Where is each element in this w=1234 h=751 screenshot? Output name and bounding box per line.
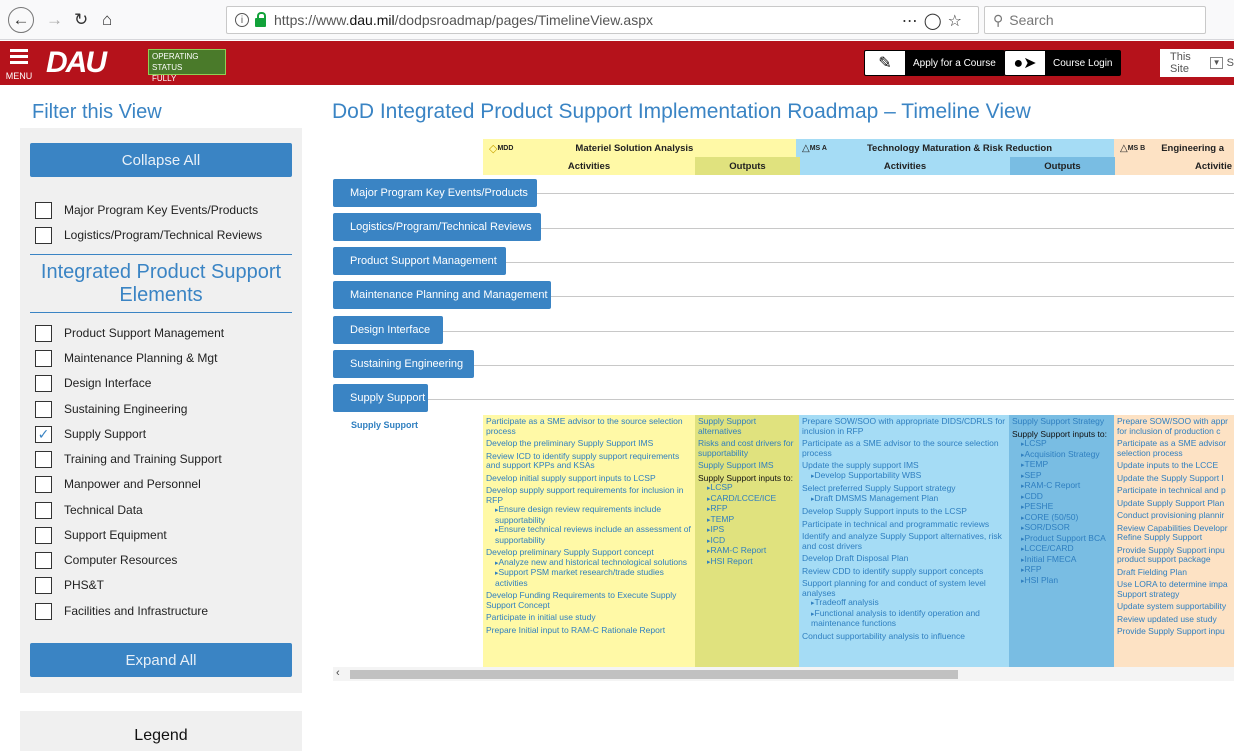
search-icon: ⚲ [993, 11, 1004, 28]
filter-checkbox[interactable]: Logistics/Program/Technical Reviews [35, 225, 275, 245]
pocket-icon[interactable]: ◯ [924, 13, 948, 30]
row-sustaining-engineering[interactable]: Sustaining Engineering [333, 350, 474, 378]
milestone-triangle-icon: △ MS B [1120, 142, 1146, 154]
tmrr-outputs-cell: Supply Support Strategy Supply Support i… [1009, 415, 1114, 670]
browser-toolbar: ← → ↻ ⌂ i https://www.dau.mil/dodpsroadm… [0, 0, 1234, 40]
checkbox-icon[interactable] [35, 400, 52, 418]
emd-activities-cell: Prepare SOW/SOO with appr for inclusion … [1114, 415, 1234, 670]
collapse-all-button[interactable]: Collapse All [30, 143, 292, 177]
url-text: https://www.dau.mil/dodpsroadmap/pages/T… [274, 12, 653, 28]
legend-panel[interactable]: Legend [20, 711, 302, 751]
filter-checkbox[interactable]: Maintenance Planning & Mgt [35, 348, 275, 368]
filter-title: Filter this View [32, 101, 162, 123]
checkbox-icon[interactable] [35, 602, 52, 620]
checkmark-icon[interactable]: ✓ [35, 425, 52, 443]
row-maintenance-planning[interactable]: Maintenance Planning and Management [333, 281, 551, 309]
phase-emd: △ MS B Engineering a [1114, 139, 1234, 157]
divider [30, 312, 292, 313]
filter-checkbox[interactable]: Product Support Management [35, 323, 275, 343]
filter-checkbox[interactable]: Manpower and Personnel [35, 474, 275, 494]
msa-outputs-cell: Supply Support alternatives Risks and co… [695, 415, 799, 670]
course-login-button[interactable]: ●➤ Course Login [1004, 50, 1122, 76]
checkbox-icon[interactable] [35, 475, 52, 493]
filter-panel: Collapse All Major Program Key Events/Pr… [20, 128, 302, 693]
info-icon[interactable]: i [235, 13, 249, 27]
filter-sidebar: Filter this View Collapse All Major Prog… [20, 85, 310, 751]
row-supply-support[interactable]: Supply Support [333, 384, 428, 412]
filter-checkbox[interactable]: Facilities and Infrastructure [35, 601, 275, 621]
checkbox-icon[interactable] [35, 201, 52, 219]
chevron-down-icon[interactable]: ▼ [1210, 57, 1223, 69]
outputs-header: Outputs [695, 157, 800, 175]
checkbox-icon[interactable] [35, 450, 52, 468]
row-divider [333, 331, 1234, 332]
filter-checkbox[interactable]: Training and Training Support [35, 449, 275, 469]
hamburger-icon [10, 49, 28, 52]
row-divider [333, 399, 1234, 400]
row-product-support-mgmt[interactable]: Product Support Management [333, 247, 506, 275]
tmrr-activities-cell: Prepare SOW/SOO with appropriate DIDS/CD… [799, 415, 1009, 670]
row-logistics-reviews[interactable]: Logistics/Program/Technical Reviews [333, 213, 541, 241]
checkbox-icon[interactable] [35, 551, 52, 569]
operating-status-badge[interactable]: OPERATING STATUS FULLY OPERATIONAL [148, 49, 226, 94]
filter-checkbox[interactable]: Sustaining Engineering [35, 399, 275, 419]
checkbox-icon[interactable] [35, 526, 52, 544]
filter-checkbox[interactable]: Technical Data [35, 500, 275, 520]
msa-activities-cell: Participate as a SME advisor to the sour… [483, 415, 695, 670]
phase-msa: ◇ MDD Materiel Solution Analysis [483, 139, 796, 157]
filter-checkbox[interactable]: Support Equipment [35, 525, 275, 545]
expand-all-button[interactable]: Expand All [30, 643, 292, 677]
checkbox-icon[interactable] [35, 576, 52, 594]
activities-header: Activities [483, 157, 695, 175]
filter-checkbox[interactable]: ✓ Supply Support [35, 424, 275, 444]
site-header: MENU DAU OPERATING STATUS FULLY OPERATION… [0, 41, 1234, 94]
filter-checkbox[interactable]: Design Interface [35, 373, 275, 393]
checkbox-icon[interactable] [35, 374, 52, 392]
home-icon[interactable]: ⌂ [102, 7, 112, 33]
browser-search-input[interactable]: ⚲ Search [984, 6, 1206, 34]
checkbox-icon[interactable] [35, 349, 52, 367]
pencil-icon: ✎ [878, 55, 892, 72]
reload-icon[interactable]: ↻ [74, 7, 88, 33]
menu-button[interactable]: MENU [4, 45, 34, 83]
checkbox-icon[interactable] [35, 226, 52, 244]
checkbox-icon[interactable] [35, 324, 52, 342]
scroll-left-icon[interactable]: ‹ [336, 667, 340, 679]
lock-icon [255, 11, 266, 27]
ips-elements-title: Integrated Product Support Elements [40, 261, 282, 306]
main-content: DoD Integrated Product Support Implement… [320, 85, 1234, 746]
bookmark-star-icon[interactable]: ☆ [948, 13, 968, 30]
more-dots-icon[interactable]: ⋯ [902, 13, 924, 30]
supply-support-detail: Supply Support Participate as a SME advi… [333, 415, 1234, 670]
row-design-interface[interactable]: Design Interface [333, 316, 443, 344]
milestone-diamond-icon: ◇ MDD [489, 142, 514, 155]
divider [30, 254, 292, 255]
detail-row-label: Supply Support [333, 415, 483, 670]
dau-logo[interactable]: DAU [46, 47, 122, 79]
url-bar[interactable]: i https://www.dau.mil/dodpsroadmap/pages… [226, 6, 979, 34]
page-title: DoD Integrated Product Support Implement… [332, 100, 1031, 123]
page-actions: ⋯◯☆ [902, 11, 968, 31]
forward-arrow-icon[interactable]: → [46, 7, 63, 33]
milestone-triangle-icon: △ MS A [802, 142, 827, 154]
filter-checkbox[interactable]: Computer Resources [35, 550, 275, 570]
activities-header: Activities [800, 157, 1010, 175]
apply-course-button[interactable]: ✎ Apply for a Course [864, 50, 1005, 76]
outputs-header: Outputs [1010, 157, 1115, 175]
activities-header: Activitie [1115, 157, 1234, 175]
scrollbar-thumb[interactable] [350, 670, 958, 679]
phase-header: ◇ MDD Materiel Solution Analysis Activitie… [483, 139, 1234, 175]
horizontal-scrollbar[interactable]: ‹ [333, 667, 1234, 681]
site-scope-select[interactable]: This Site ▼ S [1160, 49, 1234, 77]
filter-checkbox[interactable]: PHS&T [35, 575, 275, 595]
back-arrow-icon[interactable]: ← [8, 7, 34, 33]
filter-checkbox[interactable]: Major Program Key Events/Products [35, 200, 275, 220]
checkbox-icon[interactable] [35, 501, 52, 519]
user-login-icon: ●➤ [1013, 55, 1037, 72]
row-major-program[interactable]: Major Program Key Events/Products [333, 179, 537, 207]
phase-tmrr: △ MS A Technology Maturation & Risk Reduct… [796, 139, 1114, 157]
